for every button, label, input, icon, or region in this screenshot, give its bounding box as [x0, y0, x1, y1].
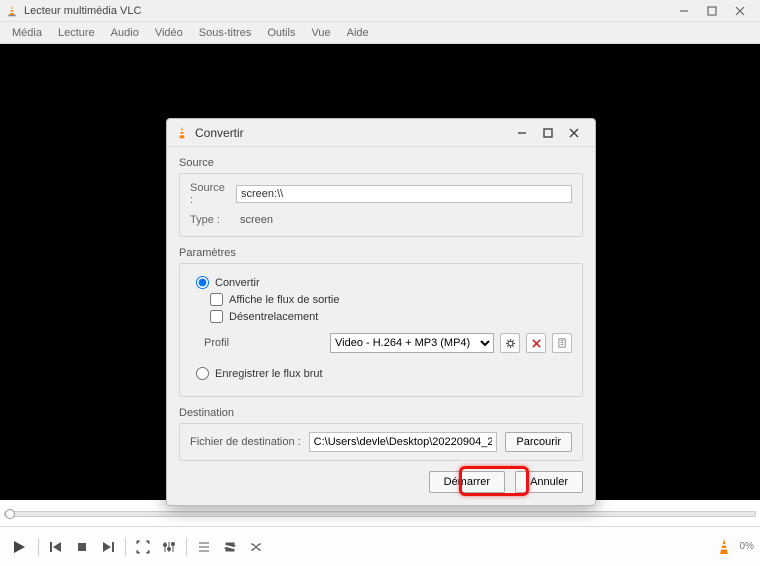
dest-group-title: Destination [179, 407, 583, 419]
menu-vue[interactable]: Vue [303, 25, 338, 41]
menu-soustitres[interactable]: Sous-titres [191, 25, 260, 41]
separator [38, 538, 39, 556]
source-value-field[interactable]: screen:\\ [236, 185, 572, 203]
playlist-button[interactable] [193, 536, 215, 558]
raw-radio[interactable] [196, 367, 209, 380]
menu-aide[interactable]: Aide [339, 25, 377, 41]
volume-percent: 0% [740, 541, 754, 552]
type-value: screen [236, 212, 572, 228]
dest-group: Fichier de destination : Parcourir [179, 423, 583, 461]
raw-radio-label: Enregistrer le flux brut [215, 368, 323, 380]
browse-button[interactable]: Parcourir [505, 432, 572, 452]
extended-settings-button[interactable] [158, 536, 180, 558]
prev-button[interactable] [45, 536, 67, 558]
menu-audio[interactable]: Audio [103, 25, 147, 41]
convert-dialog: Convertir Source Source : screen:\\ Type… [166, 118, 596, 506]
menu-lecture[interactable]: Lecture [50, 25, 103, 41]
show-output-checkbox[interactable] [210, 293, 223, 306]
convert-radio-label: Convertir [215, 277, 260, 289]
delete-profile-button[interactable] [526, 333, 546, 353]
menu-video[interactable]: Vidéo [147, 25, 191, 41]
convert-radio[interactable] [196, 276, 209, 289]
dialog-close-button[interactable] [561, 122, 587, 144]
deinterlace-checkbox[interactable] [210, 310, 223, 323]
stop-button[interactable] [71, 536, 93, 558]
fullscreen-button[interactable] [132, 536, 154, 558]
show-output-label: Affiche le flux de sortie [229, 294, 339, 306]
dialog-titlebar: Convertir [167, 119, 595, 147]
separator [186, 538, 187, 556]
dialog-minimize-button[interactable] [509, 122, 535, 144]
menu-outils[interactable]: Outils [259, 25, 303, 41]
close-button[interactable] [726, 0, 754, 22]
menu-media[interactable]: Média [4, 25, 50, 41]
minimize-button[interactable] [670, 0, 698, 22]
menu-bar: Média Lecture Audio Vidéo Sous-titres Ou… [0, 22, 760, 44]
timeline-track[interactable] [4, 511, 756, 517]
maximize-button[interactable] [698, 0, 726, 22]
main-titlebar: Lecteur multimédia VLC [0, 0, 760, 22]
timeline-thumb[interactable] [5, 509, 15, 519]
params-group: Convertir Affiche le flux de sortie Dése… [179, 263, 583, 397]
type-label: Type : [190, 214, 230, 226]
params-group-title: Paramètres [179, 247, 583, 259]
vlc-logo-icon [6, 5, 18, 17]
new-profile-button[interactable] [552, 333, 572, 353]
profile-label: Profil [204, 337, 324, 349]
dialog-title: Convertir [195, 126, 244, 140]
next-button[interactable] [97, 536, 119, 558]
loop-button[interactable] [219, 536, 241, 558]
play-button[interactable] [6, 534, 32, 560]
edit-profile-button[interactable] [500, 333, 520, 353]
volume-icon[interactable] [714, 537, 734, 557]
source-group: Source : screen:\\ Type : screen [179, 173, 583, 237]
vlc-logo-icon [175, 126, 189, 140]
start-button[interactable]: Démarrer [429, 471, 505, 493]
source-group-title: Source [179, 157, 583, 169]
cancel-button[interactable]: Annuler [515, 471, 583, 493]
timeline[interactable] [4, 508, 756, 520]
dialog-maximize-button[interactable] [535, 122, 561, 144]
dest-label: Fichier de destination : [190, 436, 301, 448]
deinterlace-label: Désentrelacement [229, 311, 318, 323]
dest-input[interactable] [309, 432, 498, 452]
separator [125, 538, 126, 556]
profile-select[interactable]: Video - H.264 + MP3 (MP4) [330, 333, 494, 353]
player-controls: 0% [0, 526, 760, 566]
source-label: Source : [190, 182, 230, 206]
window-title: Lecteur multimédia VLC [24, 5, 141, 17]
shuffle-button[interactable] [245, 536, 267, 558]
